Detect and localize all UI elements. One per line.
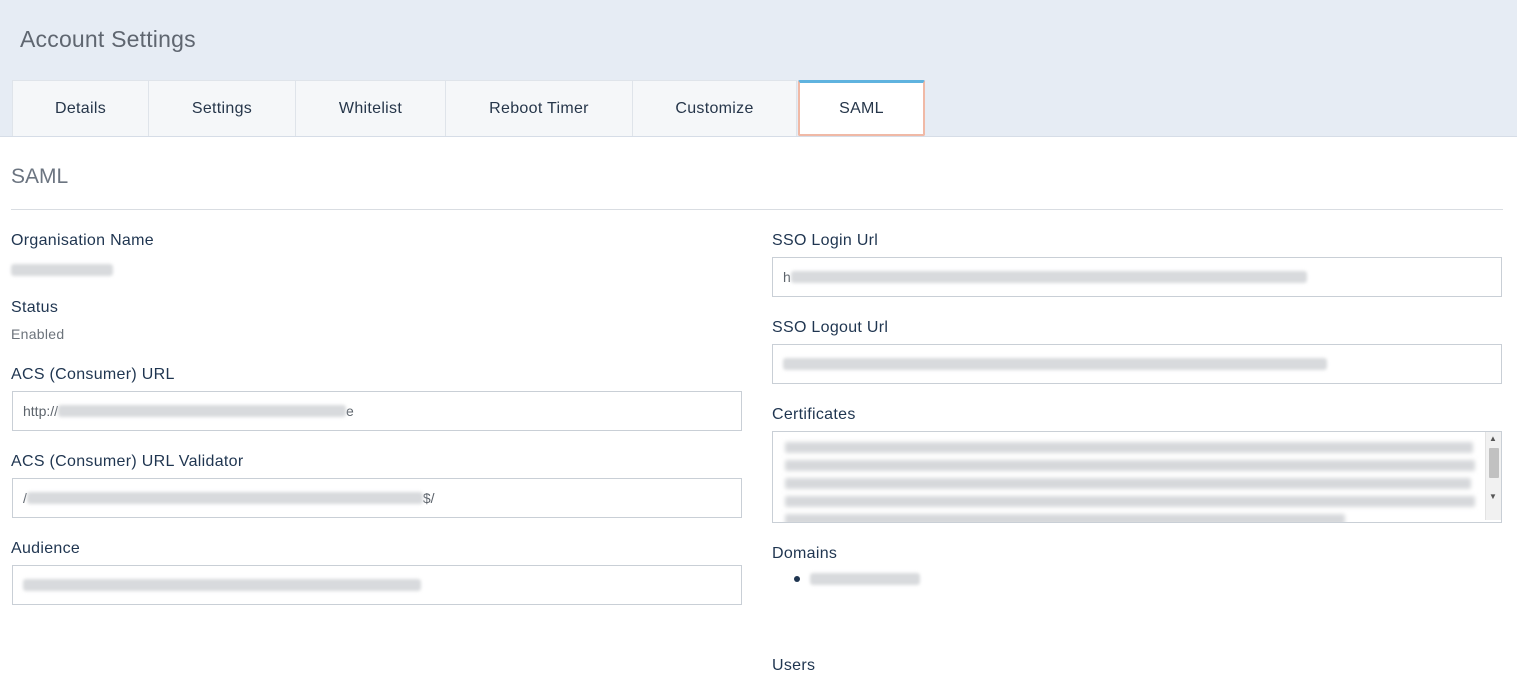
domains-list xyxy=(772,570,920,588)
settings-tabs: Details Settings Whitelist Reboot Timer … xyxy=(12,80,925,136)
certificates-label: Certificates xyxy=(772,406,856,423)
scroll-down-icon[interactable]: ▼ xyxy=(1489,492,1497,501)
list-item xyxy=(772,570,920,588)
status-value: Enabled xyxy=(11,326,65,342)
acs-validator-value-end: $/ xyxy=(422,490,435,506)
audience-label: Audience xyxy=(11,540,81,557)
section-title: SAML xyxy=(11,165,69,188)
redacted-text xyxy=(26,492,423,504)
page-title: Account Settings xyxy=(20,26,196,52)
status-label: Status xyxy=(11,299,59,316)
tab-customize[interactable]: Customize xyxy=(632,80,797,136)
bullet-icon xyxy=(794,576,800,582)
certificates-scrollbar[interactable]: ▲ ▼ xyxy=(1485,432,1501,520)
redacted-text xyxy=(783,358,1327,370)
redacted-text xyxy=(11,264,113,277)
acs-validator-field[interactable]: / $/ xyxy=(12,478,742,518)
acs-url-value-start: http:// xyxy=(23,403,59,419)
acs-url-field[interactable]: http:// e xyxy=(12,391,742,431)
sso-login-field[interactable]: h xyxy=(772,257,1502,297)
sso-logout-field[interactable] xyxy=(772,344,1502,384)
org-name-value xyxy=(11,261,113,277)
redacted-text xyxy=(785,460,1475,471)
certificates-textarea[interactable]: ▲ ▼ xyxy=(772,431,1502,523)
redacted-text xyxy=(790,271,1307,283)
scroll-up-icon[interactable]: ▲ xyxy=(1489,434,1497,443)
org-name-label: Organisation Name xyxy=(11,232,154,249)
scroll-thumb[interactable] xyxy=(1489,448,1499,478)
audience-field[interactable] xyxy=(12,565,742,605)
acs-validator-label: ACS (Consumer) URL Validator xyxy=(11,453,244,470)
tab-whitelist[interactable]: Whitelist xyxy=(295,80,446,136)
redacted-text xyxy=(785,496,1475,507)
section-divider xyxy=(11,209,1503,210)
acs-url-value-end: e xyxy=(346,403,354,419)
redacted-text xyxy=(785,514,1345,522)
redacted-text xyxy=(810,572,920,585)
sso-login-value-start: h xyxy=(783,269,791,285)
domains-label: Domains xyxy=(772,545,838,562)
tab-saml[interactable]: SAML xyxy=(798,80,925,136)
tab-settings[interactable]: Settings xyxy=(148,80,296,136)
redacted-text xyxy=(785,478,1471,489)
tab-reboot-timer[interactable]: Reboot Timer xyxy=(445,80,633,136)
users-label: Users xyxy=(772,657,816,674)
tab-details[interactable]: Details xyxy=(12,80,149,136)
acs-url-label: ACS (Consumer) URL xyxy=(11,366,175,383)
sso-login-label: SSO Login Url xyxy=(772,232,879,249)
redacted-text xyxy=(58,405,347,417)
redacted-text xyxy=(785,442,1473,453)
redacted-text xyxy=(23,579,421,591)
sso-logout-label: SSO Logout Url xyxy=(772,319,889,336)
